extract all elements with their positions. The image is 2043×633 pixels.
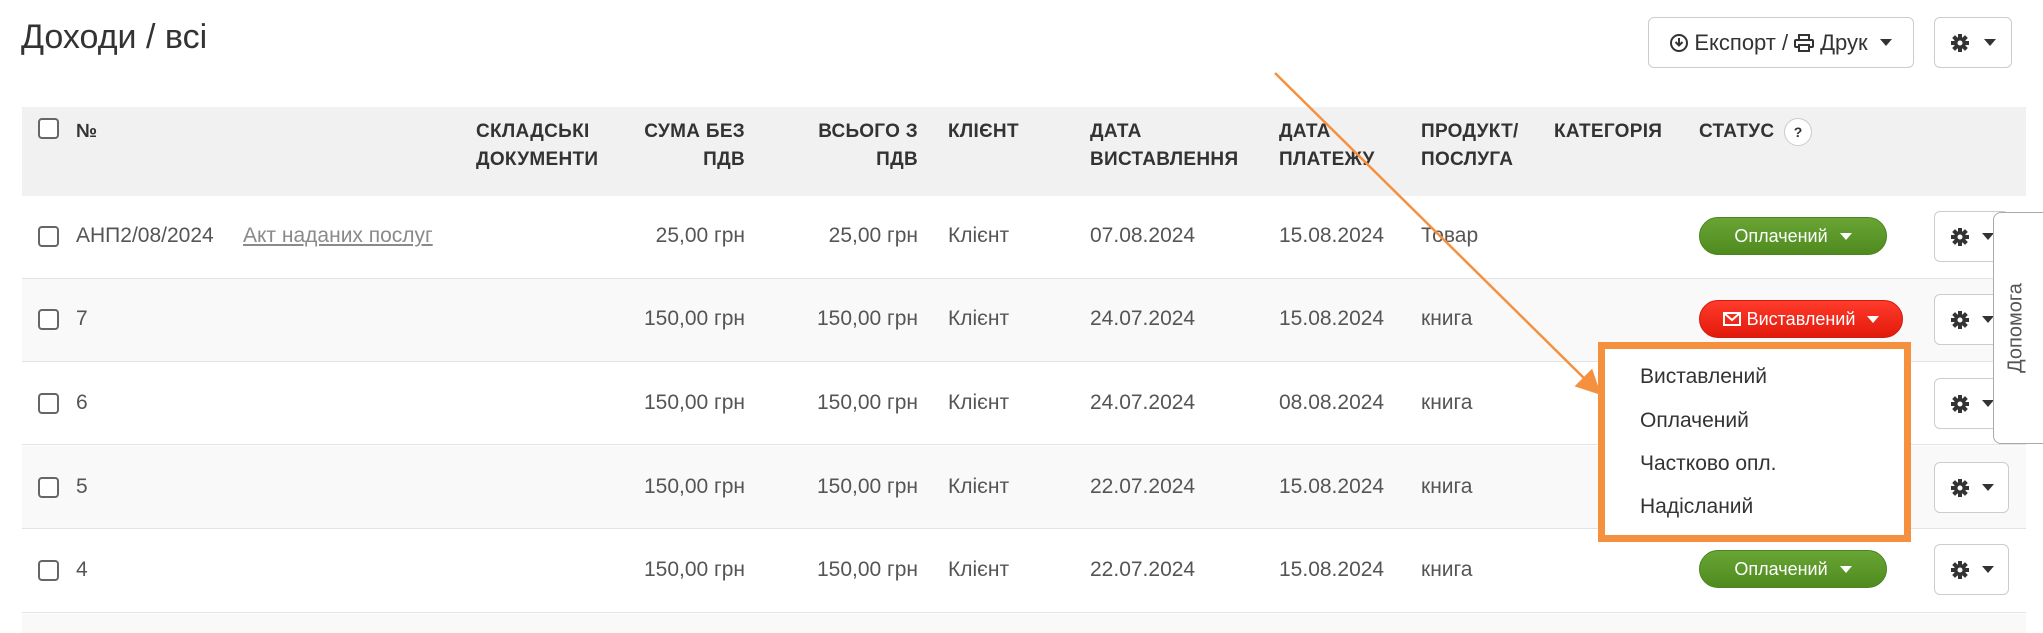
total-with-vat: 150,00 грн: [816, 475, 918, 498]
caret-down-icon: [1879, 39, 1892, 46]
status-option-sent[interactable]: Надісланий: [1640, 495, 1753, 519]
invoice-number[interactable]: АНП2/08/2024: [76, 222, 214, 250]
gear-icon: [1951, 33, 1969, 52]
payment-date: 15.08.2024: [1279, 224, 1385, 247]
issue-date: 24.07.2024: [1090, 391, 1196, 414]
row-settings-button[interactable]: [1934, 462, 2009, 513]
total-with-vat: 150,00 грн: [816, 391, 918, 414]
row-checkbox[interactable]: [38, 477, 59, 498]
invoice-number[interactable]: 4: [76, 556, 88, 584]
column-status[interactable]: СТАТУС: [1699, 118, 1774, 146]
product-service: книга: [1421, 475, 1473, 498]
column-number[interactable]: №: [76, 118, 97, 146]
sum-without-vat: 150,00 грн: [643, 558, 745, 581]
status-dropdown-menu: Виставлений Оплачений Частково опл. Наді…: [1598, 342, 1911, 542]
sum-without-vat: 150,00 грн: [643, 391, 745, 414]
product-service: книга: [1421, 558, 1473, 581]
invoice-number[interactable]: 7: [76, 305, 88, 333]
caret-down-icon: [1839, 565, 1852, 573]
product-service: Товар: [1421, 224, 1479, 247]
client-name[interactable]: Клієнт: [948, 473, 1009, 501]
caret-down-icon: [1981, 566, 1994, 573]
status-label: Виставлений: [1746, 308, 1856, 329]
export-label: Експорт /: [1694, 29, 1789, 55]
payment-date: 15.08.2024: [1279, 558, 1385, 581]
invoice-number[interactable]: 6: [76, 389, 88, 417]
column-category[interactable]: КАТЕГОРІЯ: [1554, 118, 1662, 146]
column-total-with-vat[interactable]: ВСЬОГО З ПДВ: [790, 118, 918, 174]
status-option-paid[interactable]: Оплачений: [1640, 409, 1749, 433]
settings-button[interactable]: [1934, 17, 2012, 68]
print-icon: [1794, 33, 1815, 52]
page-title: Доходи / всі: [21, 18, 208, 56]
total-with-vat: 150,00 грн: [816, 307, 918, 330]
status-button[interactable]: Оплачений: [1699, 550, 1887, 588]
status-label: Оплачений: [1734, 558, 1828, 579]
issue-date: 07.08.2024: [1090, 224, 1196, 247]
issue-date: 22.07.2024: [1090, 558, 1196, 581]
table-row: [22, 614, 2026, 633]
column-sum-without-vat[interactable]: СУМА БЕЗ ПДВ: [630, 118, 745, 174]
row-checkbox[interactable]: [38, 393, 59, 414]
download-icon: [1670, 33, 1689, 52]
status-button[interactable]: Виставлений: [1699, 300, 1903, 338]
gear-icon: [1950, 227, 1969, 246]
client-name[interactable]: Клієнт: [948, 389, 1009, 417]
envelope-icon: [1722, 312, 1741, 326]
column-client[interactable]: КЛІЄНТ: [948, 118, 1019, 146]
gear-icon: [1950, 394, 1969, 413]
warehouse-doc-link[interactable]: Акт наданих послуг: [243, 222, 433, 250]
help-tab-label: Допомога: [2004, 283, 2027, 373]
row-checkbox[interactable]: [38, 560, 59, 581]
gear-icon: [1950, 478, 1969, 497]
total-with-vat: 150,00 грн: [816, 558, 918, 581]
column-payment-date[interactable]: ДАТА ПЛАТЕЖУ: [1279, 118, 1389, 174]
client-name[interactable]: Клієнт: [948, 305, 1009, 333]
sum-without-vat: 25,00 грн: [655, 224, 745, 247]
caret-down-icon: [1867, 315, 1880, 323]
gear-icon: [1950, 310, 1969, 329]
caret-down-icon: [1984, 39, 1996, 46]
column-warehouse-docs[interactable]: СКЛАДСЬКІ ДОКУМЕНТИ: [476, 118, 616, 174]
column-product-service[interactable]: ПРОДУКТ/ ПОСЛУГА: [1421, 118, 1531, 174]
issue-date: 22.07.2024: [1090, 475, 1196, 498]
gear-icon: [1950, 560, 1969, 579]
issue-date: 24.07.2024: [1090, 307, 1196, 330]
status-button[interactable]: Оплачений: [1699, 217, 1887, 255]
caret-down-icon: [1839, 232, 1852, 240]
sum-without-vat: 150,00 грн: [643, 307, 745, 330]
column-issue-date[interactable]: ДАТА ВИСТАВЛЕННЯ: [1090, 118, 1250, 174]
client-name[interactable]: Клієнт: [948, 222, 1009, 250]
row-settings-button[interactable]: [1934, 544, 2009, 595]
invoice-number[interactable]: 5: [76, 473, 88, 501]
status-option-issued[interactable]: Виставлений: [1640, 365, 1767, 389]
caret-down-icon: [1981, 233, 1994, 240]
product-service: книга: [1421, 391, 1473, 414]
total-with-vat: 25,00 грн: [828, 224, 918, 247]
caret-down-icon: [1981, 400, 1994, 407]
select-all-checkbox[interactable]: [38, 118, 59, 139]
status-label: Оплачений: [1734, 225, 1828, 246]
help-icon[interactable]: ?: [1784, 118, 1812, 146]
product-service: книга: [1421, 307, 1473, 330]
payment-date: 15.08.2024: [1279, 307, 1385, 330]
status-option-partially-paid[interactable]: Частково опл.: [1640, 452, 1776, 476]
caret-down-icon: [1981, 484, 1994, 491]
row-checkbox[interactable]: [38, 226, 59, 247]
sum-without-vat: 150,00 грн: [643, 475, 745, 498]
caret-down-icon: [1981, 316, 1994, 323]
print-label: Друк: [1820, 29, 1868, 55]
payment-date: 15.08.2024: [1279, 475, 1385, 498]
payment-date: 08.08.2024: [1279, 391, 1385, 414]
client-name[interactable]: Клієнт: [948, 556, 1009, 584]
export-print-button[interactable]: Експорт / Друк: [1648, 17, 1914, 68]
row-checkbox[interactable]: [38, 309, 59, 330]
